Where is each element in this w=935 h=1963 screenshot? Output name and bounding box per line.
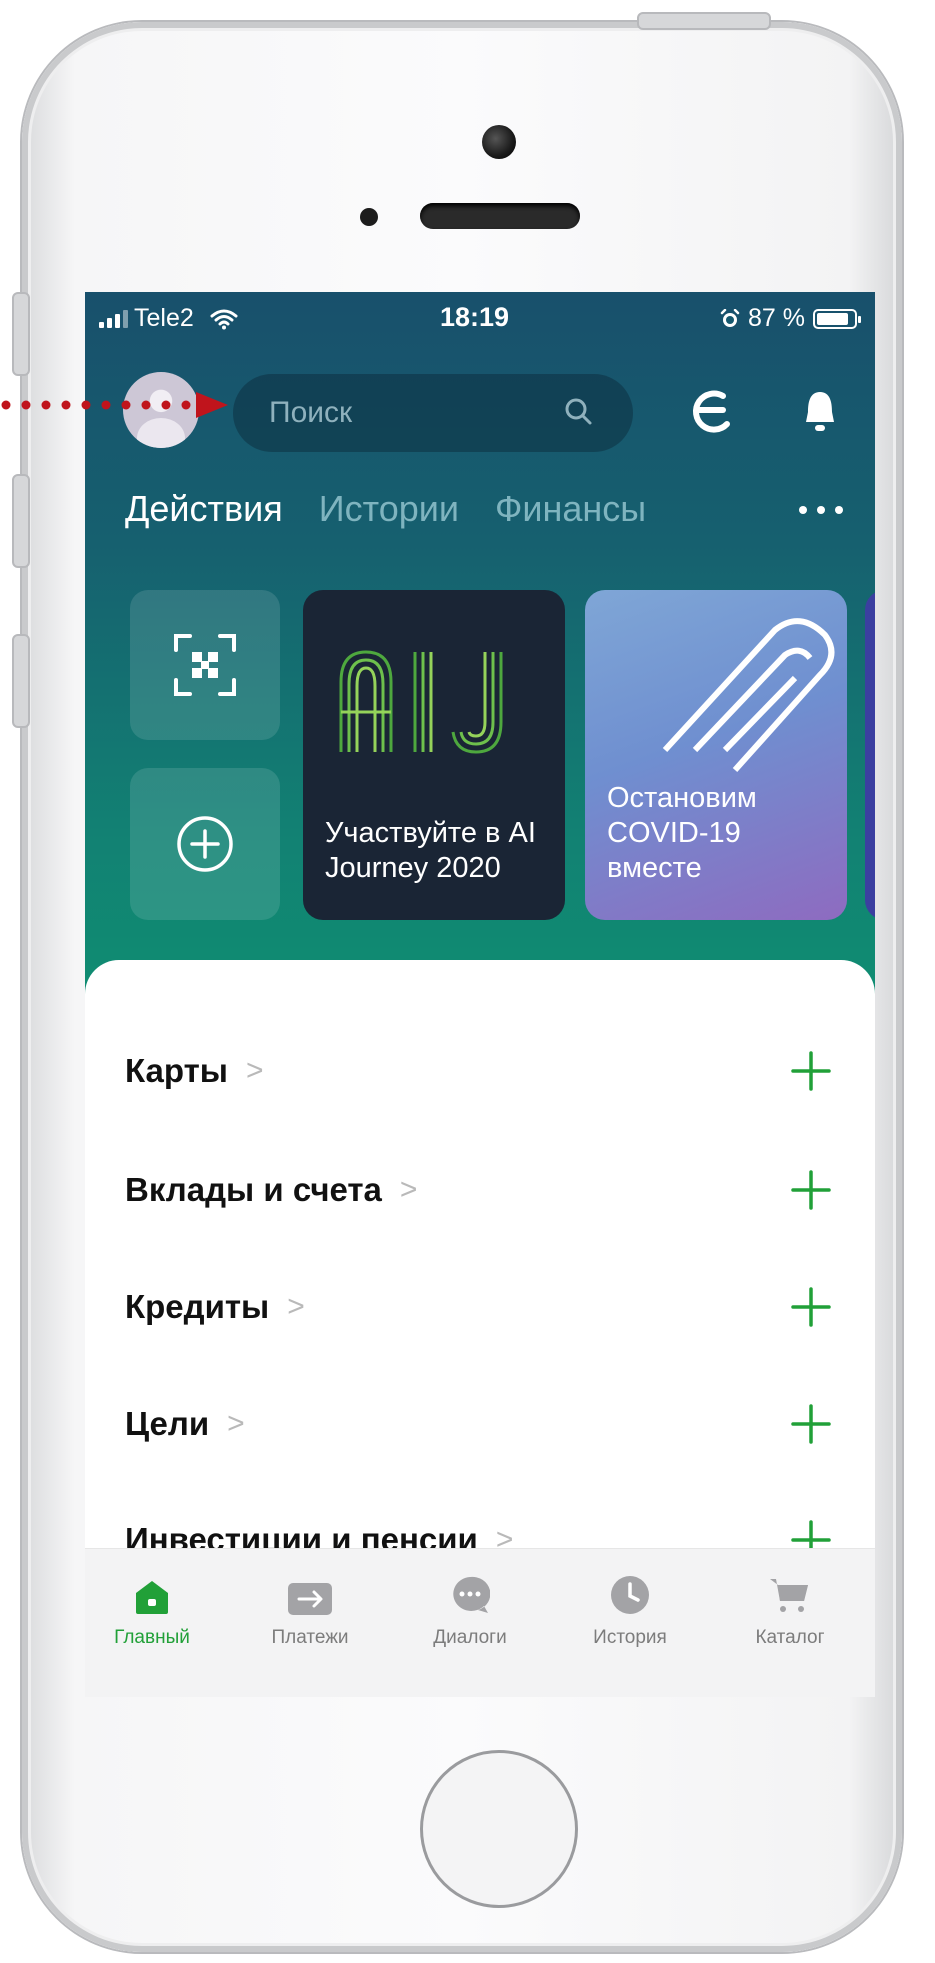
tabbar-home[interactable]: Главный — [87, 1563, 217, 1649]
mute-switch — [12, 292, 30, 376]
battery-icon — [813, 308, 861, 329]
tabbar-catalog[interactable]: Каталог — [725, 1563, 855, 1649]
alarm-icon — [720, 308, 740, 327]
tab-label: Главный — [114, 1627, 190, 1648]
tab-label: Платежи — [271, 1627, 349, 1648]
section-credits[interactable]: Кредиты > — [125, 1277, 835, 1337]
status-bar: Tele2 18:19 87 % — [85, 292, 875, 348]
section-deposits[interactable]: Вклады и счета > — [125, 1160, 835, 1220]
front-camera — [482, 125, 516, 159]
add-goal-button[interactable] — [787, 1400, 835, 1448]
search-icon — [565, 398, 592, 425]
home-icon — [136, 1581, 168, 1614]
sber-salut-icon[interactable] — [683, 384, 739, 440]
search-field[interactable]: Поиск — [233, 374, 633, 452]
plus-circle-icon — [177, 816, 233, 872]
add-card-button[interactable] — [787, 1047, 835, 1095]
tab-finance[interactable]: Финансы — [495, 488, 646, 530]
add-action-button[interactable] — [130, 768, 280, 920]
status-right: 87 % — [720, 304, 861, 333]
story-card-covid[interactable]: Остановим COVID-19 вместе — [585, 590, 847, 920]
tab-label: История — [593, 1627, 667, 1648]
proximity-sensor — [360, 208, 378, 226]
qr-scan-button[interactable] — [130, 590, 280, 740]
bottom-tab-bar: Главный Платежи Диалоги История Каталог — [85, 1548, 875, 1697]
volume-up-button — [12, 474, 30, 568]
cart-icon — [770, 1579, 808, 1612]
add-deposit-button[interactable] — [787, 1166, 835, 1214]
annotation-arrow-icon — [1, 392, 228, 418]
clock-icon — [611, 1576, 649, 1614]
story-card-ai-journey[interactable]: Участвуйте в AI Journey 2020 — [303, 590, 565, 920]
battery-percent: 87 % — [748, 304, 805, 332]
payments-icon — [288, 1583, 332, 1615]
section-goals[interactable]: Цели > — [125, 1394, 835, 1454]
tab-label: Диалоги — [433, 1627, 507, 1648]
bell-icon[interactable] — [803, 388, 837, 436]
carrier-name: Tele2 — [134, 304, 194, 332]
tab-label: Каталог — [755, 1627, 825, 1648]
volume-down-button — [12, 634, 30, 728]
section-label: Цели — [125, 1405, 210, 1442]
section-label: Вклады и счета — [125, 1171, 382, 1208]
app-screen: Tele2 18:19 87 % Поиск Действия Истории … — [85, 292, 875, 1697]
power-button — [637, 12, 771, 30]
story-card-peek[interactable] — [865, 590, 875, 920]
chevron-right-icon: > — [287, 1290, 305, 1323]
tabbar-dialogs[interactable]: Диалоги — [405, 1563, 535, 1649]
tabbar-payments[interactable]: Платежи — [245, 1563, 375, 1649]
search-placeholder: Поиск — [269, 396, 353, 429]
earpiece-speaker — [420, 203, 580, 229]
covid-text: Остановим COVID-19 вместе — [607, 782, 757, 884]
covid-illustration — [662, 618, 835, 773]
signal-icon — [99, 309, 128, 328]
tab-stories[interactable]: Истории — [319, 488, 459, 530]
home-button[interactable] — [420, 1750, 578, 1908]
wifi-icon — [210, 309, 238, 329]
chevron-right-icon: > — [399, 1173, 418, 1206]
chevron-right-icon: > — [227, 1407, 245, 1440]
add-credit-button[interactable] — [787, 1283, 835, 1331]
ai-journey-text: Участвуйте в AI Journey 2020 — [325, 817, 536, 884]
more-tabs-button[interactable] — [799, 506, 843, 514]
qr-scan-icon — [174, 634, 236, 696]
carrier: Tele2 — [99, 304, 238, 333]
tab-actions[interactable]: Действия — [125, 488, 283, 530]
aij-logo — [339, 650, 503, 754]
section-label: Кредиты — [125, 1288, 270, 1325]
tabs: Действия Истории Финансы — [125, 488, 646, 530]
section-cards[interactable]: Карты > — [125, 1041, 835, 1101]
chevron-right-icon: > — [245, 1054, 264, 1087]
tabbar-history[interactable]: История — [565, 1563, 695, 1649]
clock: 18:19 — [440, 302, 510, 332]
chat-icon — [453, 1576, 490, 1613]
section-label: Карты — [125, 1052, 228, 1089]
